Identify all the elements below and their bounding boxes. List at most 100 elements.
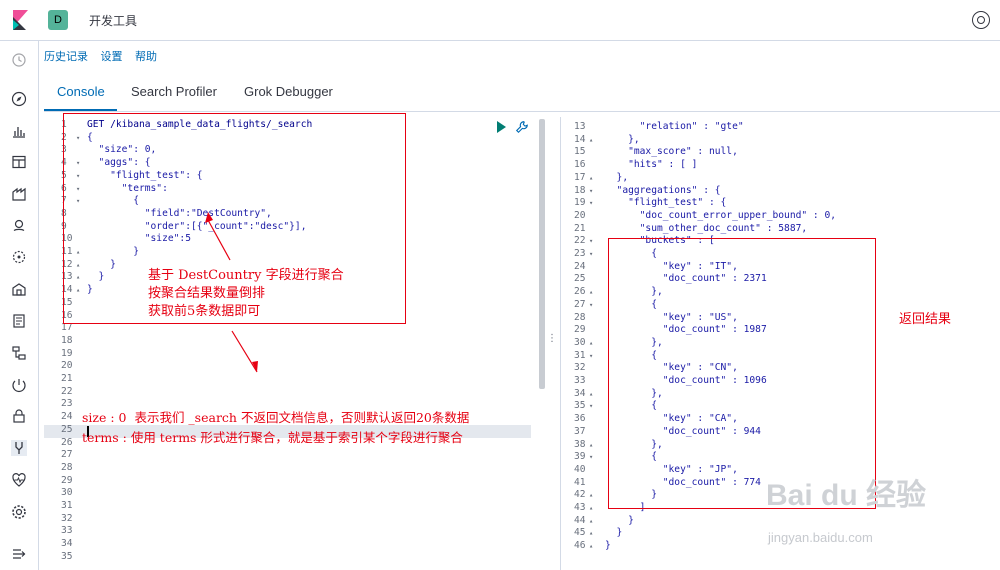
infrastructure-icon[interactable] [11, 281, 27, 297]
history-link[interactable]: 历史记录 [44, 50, 88, 63]
output-line-number-text: 37 [574, 425, 586, 437]
watermark-main: Bai du 经验 [766, 479, 927, 512]
kibana-logo-icon[interactable] [10, 10, 30, 30]
output-line-number: 40 [561, 464, 601, 477]
output-line-number: 28 [561, 312, 601, 325]
fold-toggle-icon[interactable]: ▴ [589, 172, 593, 185]
editor-scrollbar[interactable] [539, 119, 545, 389]
fold-toggle-icon[interactable]: ▾ [589, 451, 593, 464]
output-line-number-text: 42 [574, 489, 586, 501]
line-number: 22 [44, 386, 84, 399]
space-avatar[interactable]: D [48, 10, 68, 30]
fold-toggle-icon[interactable]: ▴ [589, 515, 593, 528]
annotation-result: 返回结果 [899, 312, 952, 327]
output-line-number: 43 ▴ [561, 502, 601, 515]
output-line-number-text: 40 [574, 463, 586, 475]
fold-toggle-icon[interactable]: ▾ [589, 248, 593, 261]
monitoring-icon[interactable] [11, 472, 27, 488]
output-line-number-text: 21 [574, 222, 586, 234]
line-number: 34 [44, 538, 84, 551]
fold-toggle-icon[interactable]: ▴ [589, 388, 593, 401]
output-code-line: "doc_count_error_upper_bound" : 0, [605, 209, 837, 221]
fold-toggle-icon[interactable]: ▾ [589, 197, 593, 210]
annotation-size: size : 0 表示我们 _search 不返回文档信息，否则默认返回20条数… [82, 410, 470, 425]
annotation-query-3: 获取前5条数据即可 [148, 304, 261, 319]
top-bar: D 开发工具 [0, 0, 1000, 41]
output-line-number: 22 ▾ [561, 235, 601, 248]
management-icon[interactable] [11, 504, 27, 520]
output-code-line: "flight_test" : { [605, 197, 727, 209]
canvas-icon[interactable] [11, 186, 27, 202]
fold-toggle-icon[interactable]: ▾ [589, 185, 593, 198]
discover-icon[interactable] [11, 91, 27, 107]
output-line-number-text: 41 [574, 476, 586, 488]
collapse-nav-icon[interactable] [11, 546, 27, 562]
dashboard-icon[interactable] [11, 154, 27, 170]
output-line-number: 17 ▴ [561, 172, 601, 185]
output-code-line: "hits" : [ ] [605, 159, 698, 171]
tab-console[interactable]: Console [57, 84, 105, 99]
page-title: 开发工具 [89, 14, 138, 28]
uptime-icon[interactable] [11, 377, 27, 393]
siem-icon[interactable] [11, 408, 27, 424]
visualize-icon[interactable] [11, 123, 27, 139]
output-code-line: } [605, 527, 623, 539]
fold-toggle-icon[interactable]: ▴ [589, 337, 593, 350]
fold-toggle-icon[interactable]: ▴ [589, 527, 593, 540]
output-code-line: "max_score" : null, [605, 146, 738, 158]
fold-toggle-icon[interactable]: ▴ [589, 439, 593, 452]
wrench-icon[interactable] [515, 120, 529, 134]
fold-toggle-icon[interactable]: ▴ [589, 134, 593, 147]
fold-toggle-icon[interactable]: ▴ [589, 286, 593, 299]
output-line-number-text: 20 [574, 209, 586, 221]
fold-toggle-icon[interactable]: ▾ [589, 299, 593, 312]
output-line-number: 27 ▾ [561, 299, 601, 312]
annotation-terms: terms : 使用 terms 形式进行聚合，就是基于索引某个字段进行聚合 [82, 430, 463, 445]
line-number-text: 29 [61, 474, 73, 486]
annotation-query-1: 基于 DestCountry 字段进行聚合 [148, 268, 344, 283]
settings-link[interactable]: 设置 [101, 50, 123, 63]
output-line-number-text: 25 [574, 273, 586, 285]
maps-icon[interactable] [11, 218, 27, 234]
output-code-line: }, [605, 171, 629, 183]
output-line-number: 23 ▾ [561, 248, 601, 261]
output-line-number-text: 33 [574, 375, 586, 386]
play-icon[interactable] [497, 121, 506, 133]
annotation-query-2: 按聚合结果数量倒排 [148, 286, 266, 301]
output-line-number: 31 ▾ [561, 350, 601, 363]
help-icon[interactable] [972, 11, 990, 29]
output-line-number: 35 ▾ [561, 400, 601, 413]
output-line-number-text: 29 [574, 324, 586, 336]
dev-tools-icon[interactable] [11, 440, 27, 456]
line-number-text: 33 [61, 525, 73, 537]
line-number: 19 [44, 348, 84, 361]
fold-toggle-icon[interactable]: ▾ [589, 350, 593, 363]
tab-grok-debugger[interactable]: Grok Debugger [244, 84, 333, 99]
output-code-line: "sum_other_doc_count" : 5887, [605, 222, 808, 234]
baidu-watermark: Bai du 经验 jingyan.baidu.com [766, 470, 927, 545]
active-tab-indicator [44, 109, 117, 111]
output-line-number-text: 22 [574, 235, 586, 247]
panel-resizer[interactable]: ⋮ [547, 334, 557, 349]
fold-toggle-icon[interactable]: ▴ [589, 502, 593, 515]
recent-icon[interactable] [11, 52, 27, 68]
output-line-number-text: 24 [574, 260, 586, 272]
help-link[interactable]: 帮助 [135, 50, 157, 63]
apm-icon[interactable] [11, 345, 27, 361]
fold-toggle-icon[interactable]: ▾ [589, 400, 593, 413]
fold-toggle-icon[interactable]: ▴ [589, 540, 593, 553]
output-code-line: }, [605, 133, 640, 145]
line-number-text: 27 [61, 449, 73, 461]
line-number-text: 26 [61, 436, 73, 448]
output-line-number: 46 ▴ [561, 540, 601, 553]
output-line-number: 42 ▴ [561, 489, 601, 502]
ml-icon[interactable] [11, 249, 27, 265]
tab-search-profiler[interactable]: Search Profiler [131, 84, 217, 99]
output-line-number: 21 [561, 223, 601, 236]
output-line-number-text: 45 [574, 527, 586, 539]
logs-icon[interactable] [11, 313, 27, 329]
fold-toggle-icon[interactable]: ▾ [589, 235, 593, 248]
fold-toggle-icon[interactable]: ▴ [589, 489, 593, 502]
output-line-number: 25 [561, 273, 601, 286]
line-number: 21 [44, 373, 84, 386]
